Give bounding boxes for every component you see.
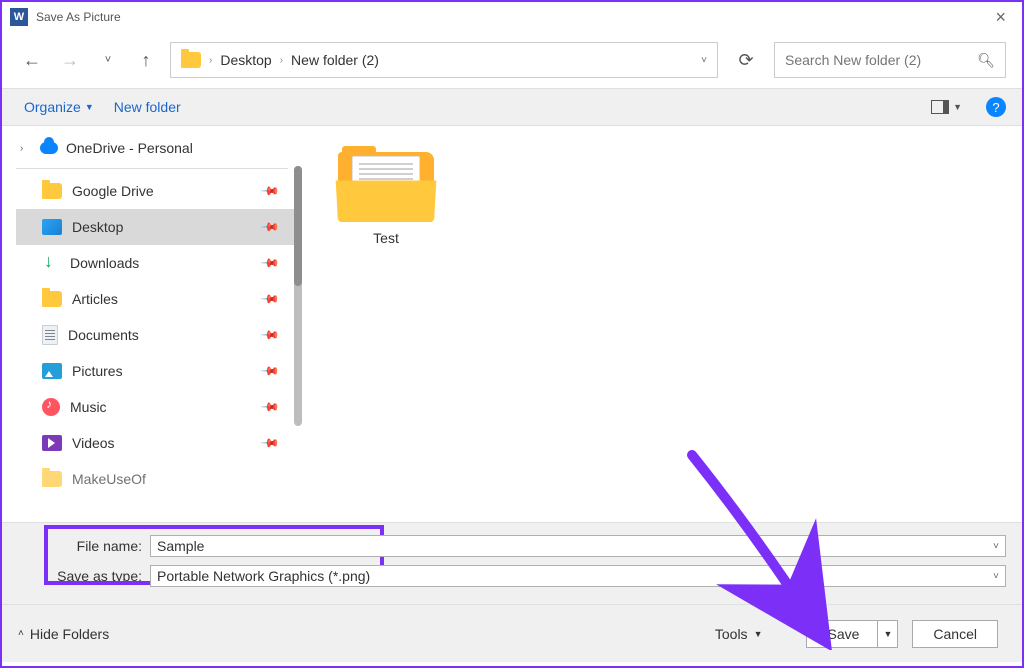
cancel-button[interactable]: Cancel	[912, 620, 998, 648]
divider	[16, 168, 288, 169]
pin-icon: 📌	[260, 325, 280, 345]
view-icon	[931, 100, 949, 114]
pictures-icon	[42, 363, 62, 379]
sidebar-item-label: Pictures	[72, 363, 123, 379]
savetype-value: Portable Network Graphics (*.png)	[157, 568, 370, 584]
help-button[interactable]: ?	[986, 97, 1006, 117]
chevron-right-icon: ›	[209, 55, 212, 66]
chevron-down-icon: ▼	[953, 102, 962, 112]
save-dropdown-icon[interactable]: ▼	[877, 621, 897, 647]
folder-icon	[42, 291, 62, 307]
close-icon[interactable]: ×	[987, 7, 1014, 28]
sidebar-item-label: Downloads	[70, 255, 139, 271]
sidebar-item-desktop[interactable]: Desktop 📌	[16, 209, 302, 245]
tools-label: Tools	[715, 626, 748, 642]
sidebar-item-label: Google Drive	[72, 183, 154, 199]
download-icon	[42, 254, 60, 272]
sidebar-item-documents[interactable]: Documents 📌	[16, 317, 302, 353]
savetype-field[interactable]: Portable Network Graphics (*.png) ˅	[150, 565, 1006, 587]
filename-value: Sample	[157, 538, 204, 554]
folder-icon	[181, 52, 201, 68]
address-dropdown-icon[interactable]: ˅	[701, 55, 707, 66]
navigation-pane: › OneDrive - Personal Google Drive 📌 Des…	[2, 126, 302, 522]
sidebar-item-label: MakeUseOf	[72, 471, 146, 487]
chevron-down-icon[interactable]: ˅	[993, 541, 999, 552]
dialog-button-bar: ˄ Hide Folders Tools ▼ Save ▼ Cancel	[2, 604, 1022, 662]
hide-folders-label: Hide Folders	[30, 626, 109, 642]
sidebar-item-label: Documents	[68, 327, 139, 343]
file-list-pane[interactable]: Test	[302, 126, 1022, 522]
sidebar-item-makeuseof[interactable]: MakeUseOf	[16, 461, 302, 497]
view-menu[interactable]: ▼	[925, 96, 968, 118]
chevron-down-icon: ▼	[85, 102, 94, 112]
sidebar-item-label: Videos	[72, 435, 115, 451]
word-app-icon: W	[10, 8, 28, 26]
hide-folders-toggle[interactable]: ˄ Hide Folders	[18, 626, 109, 642]
savetype-label: Save as type:	[54, 568, 142, 584]
new-folder-button[interactable]: New folder	[108, 95, 187, 119]
window-title: Save As Picture	[36, 10, 121, 24]
sidebar-item-label: Music	[70, 399, 107, 415]
pin-icon: 📌	[260, 217, 280, 237]
sidebar-item-label: Desktop	[72, 219, 123, 235]
navigation-bar: ← → ˅ ↑ › Desktop › New folder (2) ˅ ⟳ 🔍…	[2, 32, 1022, 88]
chevron-right-icon[interactable]: ›	[20, 143, 32, 154]
sidebar-item-google-drive[interactable]: Google Drive 📌	[16, 173, 302, 209]
pin-icon: 📌	[260, 433, 280, 453]
chevron-down-icon: ▼	[754, 629, 763, 639]
chevron-right-icon: ›	[280, 55, 283, 66]
pin-icon: 📌	[260, 289, 280, 309]
search-box[interactable]: 🔍︎	[774, 42, 1006, 78]
sidebar-scrollbar[interactable]	[294, 166, 302, 426]
breadcrumb-desktop[interactable]: Desktop	[220, 52, 271, 68]
save-form-area: File name: Sample ˅ Save as type: Portab…	[2, 522, 1022, 604]
new-folder-label: New folder	[114, 99, 181, 115]
chevron-up-icon: ˄	[18, 628, 24, 639]
document-icon	[42, 325, 58, 345]
search-input[interactable]	[785, 52, 977, 68]
tools-menu[interactable]: Tools ▼	[715, 626, 763, 642]
organize-menu[interactable]: Organize ▼	[18, 95, 100, 119]
sidebar-item-music[interactable]: Music 📌	[16, 389, 302, 425]
pin-icon: 📌	[260, 361, 280, 381]
sidebar-item-articles[interactable]: Articles 📌	[16, 281, 302, 317]
cancel-button-label: Cancel	[933, 626, 977, 642]
sidebar-item-pictures[interactable]: Pictures 📌	[16, 353, 302, 389]
sidebar-item-downloads[interactable]: Downloads 📌	[16, 245, 302, 281]
chevron-down-icon[interactable]: ˅	[993, 571, 999, 582]
music-icon	[42, 398, 60, 416]
title-bar: W Save As Picture ×	[2, 2, 1022, 32]
pin-icon: 📌	[260, 397, 280, 417]
address-bar[interactable]: › Desktop › New folder (2) ˅	[170, 42, 718, 78]
breadcrumb-newfolder2[interactable]: New folder (2)	[291, 52, 379, 68]
sidebar-item-label: Articles	[72, 291, 118, 307]
organize-label: Organize	[24, 99, 81, 115]
onedrive-icon	[40, 142, 58, 154]
scrollbar-thumb[interactable]	[294, 166, 302, 286]
refresh-button[interactable]: ⟳	[728, 42, 764, 78]
sidebar-item-label: OneDrive - Personal	[66, 140, 193, 156]
desktop-icon	[42, 219, 62, 235]
forward-button[interactable]: →	[56, 46, 84, 74]
folder-item-label: Test	[326, 230, 446, 246]
back-button[interactable]: ←	[18, 46, 46, 74]
folder-icon	[42, 183, 62, 199]
sidebar-item-onedrive[interactable]: › OneDrive - Personal	[16, 136, 302, 160]
pin-icon: 📌	[260, 181, 280, 201]
folder-icon	[42, 471, 62, 487]
pin-icon: 📌	[260, 253, 280, 273]
filename-field[interactable]: Sample ˅	[150, 535, 1006, 557]
command-toolbar: Organize ▼ New folder ▼ ?	[2, 88, 1022, 126]
search-icon[interactable]: 🔍︎	[977, 52, 995, 69]
up-button[interactable]: ↑	[132, 46, 160, 74]
dialog-body: › OneDrive - Personal Google Drive 📌 Des…	[2, 126, 1022, 522]
folder-item-test[interactable]: Test	[326, 146, 446, 246]
video-icon	[42, 435, 62, 451]
filename-label: File name:	[54, 538, 142, 554]
sidebar-item-videos[interactable]: Videos 📌	[16, 425, 302, 461]
save-button[interactable]: Save ▼	[806, 620, 898, 648]
folder-icon	[338, 146, 434, 222]
save-button-label: Save	[827, 626, 877, 642]
recent-dropdown-icon[interactable]: ˅	[94, 46, 122, 74]
